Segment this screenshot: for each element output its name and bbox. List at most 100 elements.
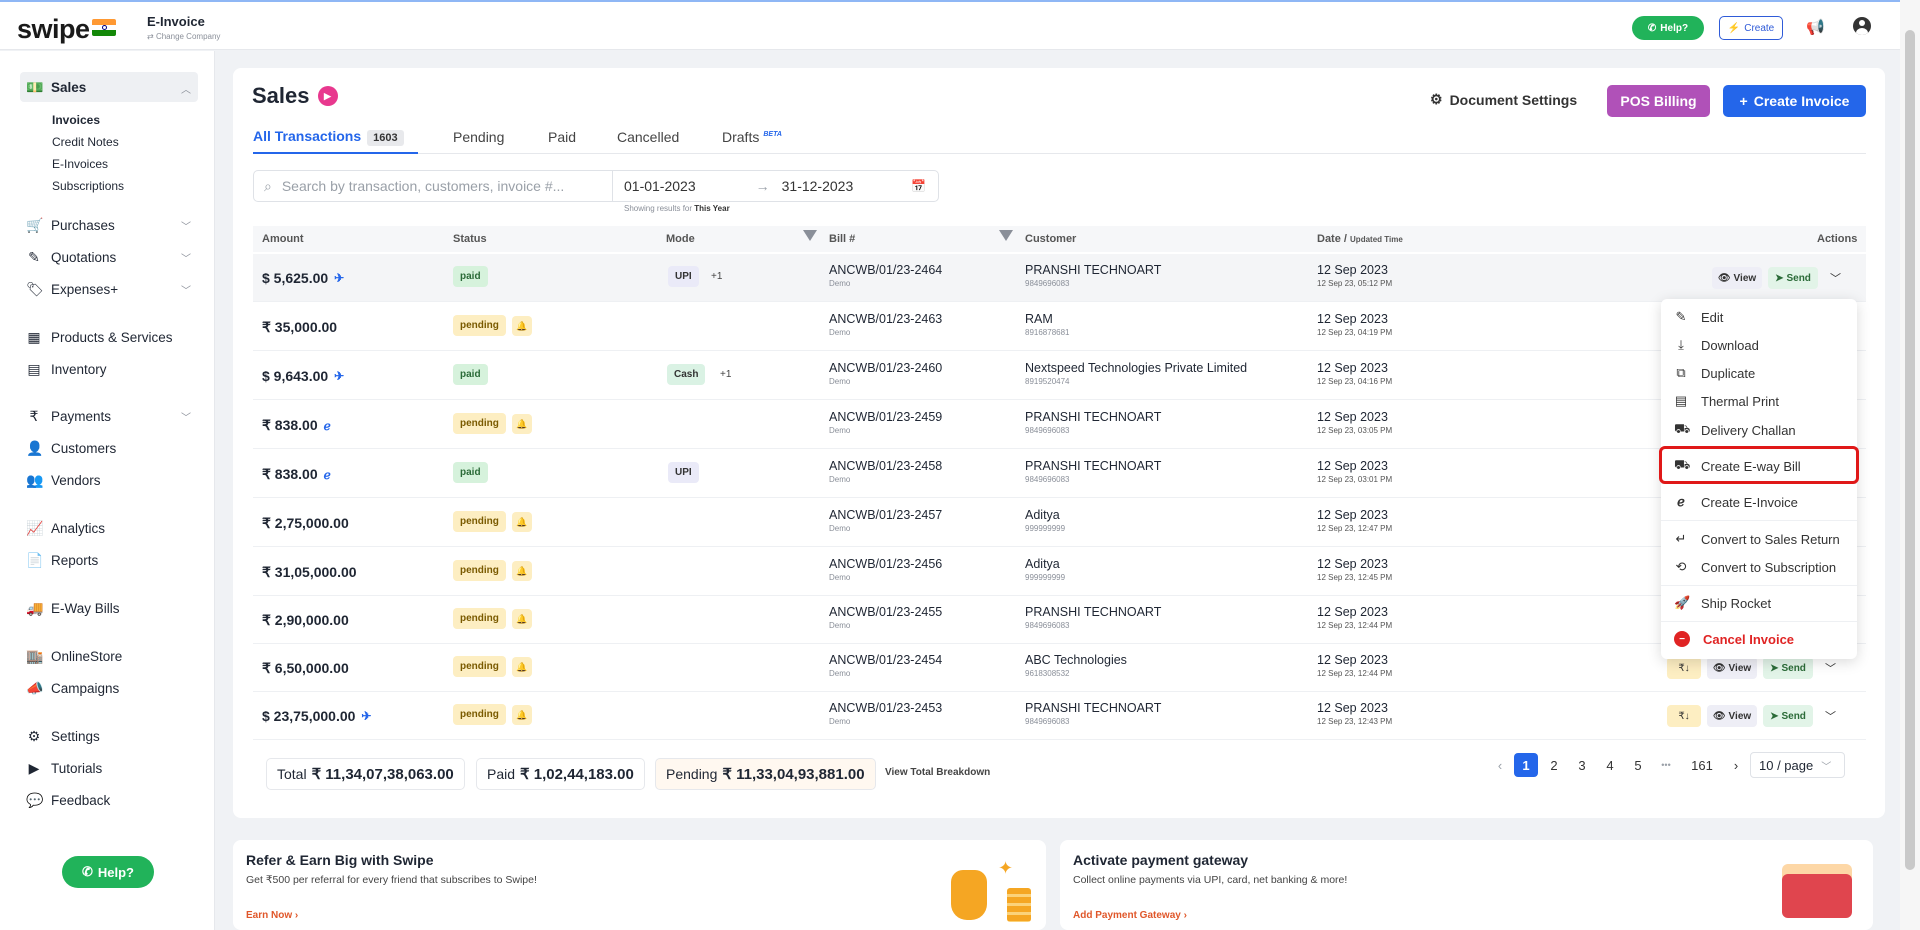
filter-icon[interactable]: [803, 230, 817, 241]
view-button[interactable]: 👁 View: [1707, 705, 1757, 727]
change-company-link[interactable]: ⇄ Change Company: [147, 32, 220, 41]
calendar-icon[interactable]: 📅: [911, 179, 926, 193]
menu-item-convert-sales-return[interactable]: ↵ Convert to Sales Return: [1674, 531, 1840, 547]
chevron-down-icon[interactable]: ﹀: [181, 282, 191, 297]
menu-item-duplicate[interactable]: ⧉ Duplicate: [1674, 365, 1755, 381]
sidebar-item-campaigns[interactable]: 📣 Campaigns: [26, 677, 119, 699]
customer-cell[interactable]: ABC Technologies 9618308532: [1025, 653, 1127, 678]
sidebar-item-tutorials[interactable]: ▶ Tutorials: [26, 757, 103, 779]
date-to[interactable]: 31-12-2023: [782, 178, 854, 194]
tab-drafts[interactable]: Drafts BETA: [722, 129, 782, 145]
sidebar-sub-invoices[interactable]: Invoices: [52, 113, 100, 127]
chevron-down-icon[interactable]: ﹀: [1825, 660, 1836, 676]
download-button[interactable]: ₹↓: [1667, 657, 1701, 679]
customer-cell[interactable]: Nextspeed Technologies Private Limited 89…: [1025, 361, 1247, 386]
page-scrollbar[interactable]: [1900, 0, 1920, 930]
prev-page-icon[interactable]: ‹: [1488, 753, 1512, 777]
play-video-icon[interactable]: ▶: [317, 86, 338, 106]
sidebar-item-purchases[interactable]: 🛒 Purchases: [26, 214, 115, 236]
customer-cell[interactable]: PRANSHI TECHNOART 9849696083: [1025, 459, 1161, 484]
sidebar-item-reports[interactable]: 📄 Reports: [26, 549, 98, 571]
table-row[interactable]: ₹ 31,05,000.00 pending 🔔 ANCWB/01/23-245…: [253, 548, 1866, 596]
bill-number[interactable]: ANCWB/01/23-2460 Demo: [829, 361, 942, 386]
company-switcher[interactable]: E-Invoice ⇄ Change Company: [147, 14, 220, 41]
sidebar-item-payments[interactable]: ₹ Payments: [26, 405, 112, 427]
bell-icon[interactable]: 🔔: [512, 512, 532, 532]
bill-number[interactable]: ANCWB/01/23-2463 Demo: [829, 312, 942, 337]
filter-icon[interactable]: [999, 230, 1013, 241]
scrollbar-thumb[interactable]: [1905, 30, 1915, 870]
chevron-down-icon[interactable]: ﹀: [1830, 270, 1841, 286]
chevron-up-icon[interactable]: ︿: [181, 81, 191, 96]
bill-number[interactable]: ANCWB/01/23-2458 Demo: [829, 459, 942, 484]
sidebar-item-inventory[interactable]: ▤ Inventory: [26, 358, 106, 380]
sidebar-item-quotations[interactable]: ✎ Quotations: [26, 246, 116, 268]
send-button[interactable]: ➤ Send: [1763, 657, 1813, 679]
bell-icon[interactable]: 🔔: [512, 705, 532, 725]
page-last[interactable]: 161: [1690, 753, 1714, 777]
download-button[interactable]: ₹↓: [1667, 705, 1701, 727]
user-avatar-icon[interactable]: [1853, 17, 1871, 35]
page-ellipsis[interactable]: •••: [1654, 753, 1678, 777]
tab-all-transactions[interactable]: All Transactions 1603: [253, 128, 404, 146]
tab-cancelled[interactable]: Cancelled: [617, 129, 679, 145]
bill-number[interactable]: ANCWB/01/23-2456 Demo: [829, 557, 942, 582]
sidebar-item-feedback[interactable]: 💬 Feedback: [26, 789, 110, 811]
bell-icon[interactable]: 🔔: [512, 414, 532, 434]
chevron-down-icon[interactable]: ﹀: [181, 218, 191, 233]
menu-item-cancel-invoice[interactable]: − Cancel Invoice: [1674, 631, 1794, 647]
customer-cell[interactable]: Aditya 999999999: [1025, 557, 1065, 582]
bell-icon[interactable]: 🔔: [512, 316, 532, 336]
sidebar-item-expenses[interactable]: 🏷 Expenses+: [26, 278, 118, 300]
menu-item-create-e-invoice[interactable]: ℯ Create E-Invoice: [1674, 494, 1798, 510]
customer-cell[interactable]: Aditya 999999999: [1025, 508, 1065, 533]
megaphone-icon[interactable]: 📢: [1806, 18, 1825, 36]
date-from[interactable]: 01-01-2023: [624, 178, 696, 194]
earn-now-link[interactable]: Earn Now ›: [246, 910, 298, 921]
sidebar-sub-subscriptions[interactable]: Subscriptions: [52, 179, 124, 193]
customer-cell[interactable]: RAM 8916878681: [1025, 312, 1070, 337]
sidebar-item-sales[interactable]: 💵 Sales: [26, 76, 86, 98]
sidebar-item-settings[interactable]: ⚙ Settings: [26, 725, 100, 747]
bell-icon[interactable]: 🔔: [512, 561, 532, 581]
customer-cell[interactable]: PRANSHI TECHNOART 9849696083: [1025, 263, 1161, 288]
bell-icon[interactable]: 🔔: [512, 657, 532, 677]
menu-item-thermal-print[interactable]: ▤ Thermal Print: [1674, 393, 1779, 409]
chevron-down-icon[interactable]: ﹀: [1825, 708, 1836, 724]
tab-pending[interactable]: Pending: [453, 129, 504, 145]
view-total-breakdown-link[interactable]: View Total Breakdown: [885, 767, 990, 778]
bill-number[interactable]: ANCWB/01/23-2454 Demo: [829, 653, 942, 678]
customer-cell[interactable]: PRANSHI TECHNOART 9849696083: [1025, 701, 1161, 726]
table-row[interactable]: $ 23,75,000.00 ✈ pending 🔔 ANCWB/01/23-24…: [253, 692, 1866, 740]
chevron-down-icon[interactable]: ﹀: [181, 409, 191, 424]
page-5[interactable]: 5: [1626, 753, 1650, 777]
sidebar-item-vendors[interactable]: 👥 Vendors: [26, 469, 101, 491]
view-button[interactable]: 👁 View: [1712, 267, 1762, 289]
page-4[interactable]: 4: [1598, 753, 1622, 777]
send-button[interactable]: ➤ Send: [1768, 267, 1818, 289]
pos-billing-button[interactable]: POS Billing: [1607, 85, 1710, 117]
sidebar-item-eway-bills[interactable]: 🚚 E-Way Bills: [26, 597, 120, 619]
next-page-icon[interactable]: ›: [1724, 753, 1748, 777]
bill-number[interactable]: ANCWB/01/23-2464 Demo: [829, 263, 942, 288]
page-3[interactable]: 3: [1570, 753, 1594, 777]
table-row[interactable]: ₹ 6,50,000.00 pending 🔔 ANCWB/01/23-2454…: [253, 644, 1866, 692]
page-1[interactable]: 1: [1514, 753, 1538, 777]
customer-cell[interactable]: PRANSHI TECHNOART 9849696083: [1025, 605, 1161, 630]
table-row[interactable]: $ 5,625.00 ✈ paid UPI +1 ANCWB/01/23-2464…: [253, 254, 1866, 302]
menu-item-convert-subscription[interactable]: ⟲ Convert to Subscription: [1674, 559, 1837, 575]
table-row[interactable]: ₹ 35,000.00 pending 🔔 ANCWB/01/23-2463 De…: [253, 303, 1866, 351]
sidebar-sub-e-invoices[interactable]: E-Invoices: [52, 157, 108, 171]
table-row[interactable]: ₹ 2,90,000.00 pending 🔔 ANCWB/01/23-2455…: [253, 596, 1866, 644]
bell-icon[interactable]: 🔔: [512, 609, 532, 629]
table-row[interactable]: ₹ 838.00 ℯ paid UPI ANCWB/01/23-2458 Demo …: [253, 450, 1866, 498]
menu-item-edit[interactable]: ✎ Edit: [1674, 309, 1724, 325]
sidebar-item-products[interactable]: ▦ Products & Services: [26, 326, 172, 348]
page-size-select[interactable]: 10 / page ﹀: [1750, 752, 1845, 778]
view-button[interactable]: 👁 View: [1707, 657, 1757, 679]
search-box[interactable]: ⌕: [253, 170, 613, 202]
search-input[interactable]: [281, 178, 592, 194]
sidebar-sub-credit-notes[interactable]: Credit Notes: [52, 135, 119, 149]
document-settings-button[interactable]: ⚙ Document Settings: [1430, 91, 1577, 108]
send-button[interactable]: ➤ Send: [1763, 705, 1813, 727]
